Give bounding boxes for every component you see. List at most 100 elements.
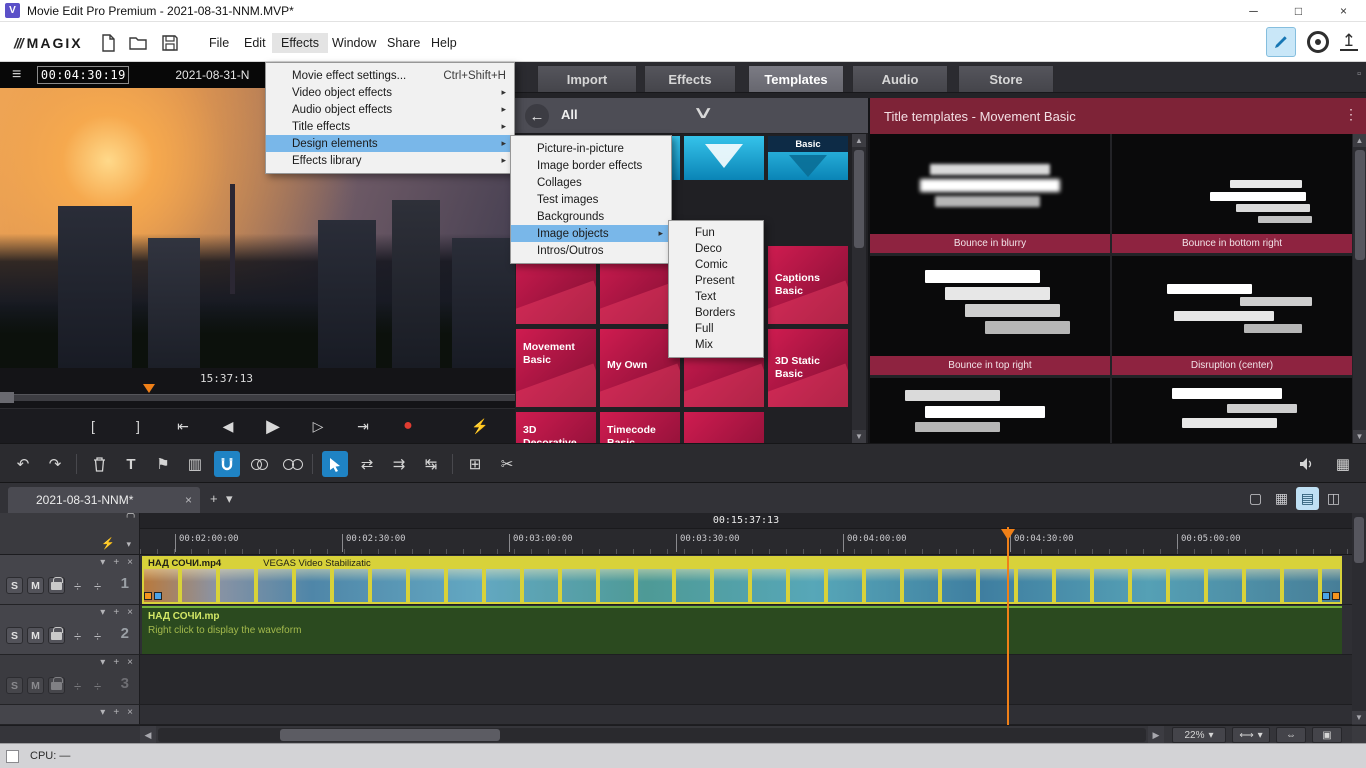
zoom-fit-button[interactable]: ⇔ <box>1276 727 1306 743</box>
menu-item-movie-effect-settings[interactable]: Movie effect settings...Ctrl+Shift+H <box>266 67 514 84</box>
template-item[interactable] <box>870 378 1110 443</box>
track2-solo-button[interactable]: S <box>6 627 23 644</box>
scroll-down-button[interactable]: ▼ <box>852 430 866 443</box>
title-editor-button[interactable]: T <box>118 451 144 477</box>
track3-lock-button[interactable] <box>48 677 65 694</box>
export-button[interactable] <box>1266 27 1296 57</box>
template-tile-dynamic-titles[interactable]: Dynamic titles <box>684 412 764 443</box>
redo-button[interactable]: ↷ <box>42 451 68 477</box>
menu-item-mix[interactable]: Mix <box>669 337 763 353</box>
template-tile-movement-basic[interactable]: Movement Basic <box>516 329 596 407</box>
menu-item-effects-library[interactable]: Effects library▸ <box>266 152 514 169</box>
template-tile-timecode-basic[interactable]: Timecode Basic 0:05 <box>600 412 680 443</box>
new-project-button[interactable] <box>96 31 120 55</box>
tab-store[interactable]: Store <box>958 65 1054 92</box>
split-button[interactable]: ✂ <box>494 451 520 477</box>
close-button[interactable]: × <box>1321 0 1366 22</box>
track3-solo-button[interactable]: S <box>6 677 23 694</box>
audio-monitor-button[interactable] <box>1294 451 1320 477</box>
menu-item-present[interactable]: Present <box>669 273 763 289</box>
mouse-mode-stretch-button[interactable]: ↹ <box>418 451 444 477</box>
automation-flash-icon[interactable]: ⚡ <box>101 537 115 550</box>
menu-help[interactable]: Help <box>422 33 466 53</box>
scrollbar-thumb[interactable] <box>1354 517 1364 563</box>
timeline-hscrollbar[interactable] <box>158 728 1146 742</box>
track-collapse-icon[interactable]: ▾ <box>100 607 105 618</box>
next-frame-button[interactable]: ▷ <box>303 413 333 439</box>
menu-item-title-effects[interactable]: Title effects▸ <box>266 118 514 135</box>
add-project-tab-button[interactable]: + <box>210 491 218 506</box>
track2-mute-button[interactable]: M <box>27 627 44 644</box>
playhead-line[interactable] <box>1007 527 1009 725</box>
menu-item-comic[interactable]: Comic <box>669 257 763 273</box>
preview-menu-icon[interactable]: ≡ <box>12 66 21 84</box>
scrollbar-thumb[interactable] <box>280 729 500 741</box>
group-button[interactable] <box>246 451 272 477</box>
menu-item-deco[interactable]: Deco <box>669 241 763 257</box>
track1-lock-button[interactable] <box>48 577 65 594</box>
browser-scrollbar[interactable]: ▲ ▼ <box>852 134 866 443</box>
scroll-left-button[interactable]: ◀ <box>140 726 156 744</box>
chevron-down-icon[interactable]: ▾ <box>126 539 131 550</box>
track-collapse-icon[interactable]: ▾ <box>100 557 105 568</box>
tab-effects[interactable]: Effects <box>644 65 736 92</box>
open-project-button[interactable] <box>126 31 150 55</box>
template-tile-partial[interactable] <box>684 136 764 180</box>
menu-edit[interactable]: Edit <box>235 33 275 53</box>
view-storyboard-button[interactable]: ▢ <box>1244 487 1267 510</box>
track1-solo-button[interactable]: S <box>6 577 23 594</box>
template-item[interactable] <box>1112 378 1352 443</box>
record-button[interactable]: ● <box>393 413 423 439</box>
record-screen-icon[interactable] <box>1307 31 1329 53</box>
template-item-disruption-center[interactable] <box>1112 256 1352 356</box>
track-close-icon[interactable]: × <box>127 707 133 718</box>
track2-curve-icon[interactable]: ÷ <box>94 629 101 644</box>
menu-effects[interactable]: Effects <box>272 33 328 53</box>
view-scene-overview-button[interactable]: ▦ <box>1270 487 1293 510</box>
save-project-button[interactable] <box>158 31 182 55</box>
clip-handle[interactable] <box>154 592 162 600</box>
clip-handle[interactable] <box>144 592 152 600</box>
scroll-right-button[interactable]: ▶ <box>1148 726 1164 744</box>
scrollbar-thumb[interactable] <box>1355 150 1365 260</box>
track3-volume-icon[interactable]: ÷ <box>74 679 81 694</box>
project-tab[interactable]: 2021-08-31-NNM* × <box>8 487 200 513</box>
back-button[interactable]: ← <box>525 104 549 128</box>
menu-item-text[interactable]: Text <box>669 289 763 305</box>
view-multicam-button[interactable]: ◫ <box>1322 487 1345 510</box>
detail-scrollbar[interactable]: ▲ ▼ <box>1353 134 1366 443</box>
track3-mute-button[interactable]: M <box>27 677 44 694</box>
minimize-button[interactable]: ─ <box>1231 0 1276 22</box>
delete-button[interactable] <box>86 451 112 477</box>
previous-frame-button[interactable]: ◀ <box>213 413 243 439</box>
clip-handle[interactable] <box>1332 592 1340 600</box>
upload-icon[interactable]: ↥ <box>1340 34 1358 51</box>
tab-templates[interactable]: Templates <box>748 65 844 92</box>
ungroup-button[interactable] <box>278 451 304 477</box>
menu-item-image-objects[interactable]: Image objects▸ <box>511 225 671 242</box>
track-close-icon[interactable]: × <box>127 557 133 568</box>
menu-item-test-images[interactable]: Test images <box>511 191 671 208</box>
timeline-ruler[interactable]: 00:02:00:00 00:02:30:00 00:03:00:00 00:0… <box>140 529 1352 555</box>
chevron-down-icon[interactable]: ∨ <box>692 103 714 123</box>
maximize-button[interactable]: □ <box>1276 0 1321 22</box>
mouse-mode-swap-button[interactable]: ⇄ <box>354 451 380 477</box>
menu-item-collages[interactable]: Collages <box>511 174 671 191</box>
tab-close-icon[interactable]: × <box>185 493 192 507</box>
scrub-playhead-marker[interactable] <box>143 384 155 393</box>
jump-to-start-button[interactable]: ⇤ <box>168 413 198 439</box>
tab-audio[interactable]: Audio <box>852 65 948 92</box>
scrollbar-thumb[interactable] <box>854 150 864 248</box>
zoom-range-control[interactable]: ⟷▾ <box>1232 727 1270 743</box>
menu-item-image-border-effects[interactable]: Image border effects <box>511 157 671 174</box>
track1-curve-icon[interactable]: ÷ <box>94 579 101 594</box>
timeline-vertical-scrollbar[interactable]: ▼ <box>1352 513 1366 725</box>
clip-handle[interactable] <box>1322 592 1330 600</box>
menu-window[interactable]: Window <box>323 33 385 53</box>
audio-levels-button[interactable]: ▥ <box>182 451 208 477</box>
scroll-down-button[interactable]: ▼ <box>1352 711 1366 724</box>
track-close-icon[interactable]: × <box>127 657 133 668</box>
insert-mode-button[interactable]: ⊞ <box>462 451 488 477</box>
scrub-thumb[interactable] <box>0 392 14 403</box>
template-tile-3d-static-basic[interactable]: 3D Static Basic <box>768 329 848 407</box>
